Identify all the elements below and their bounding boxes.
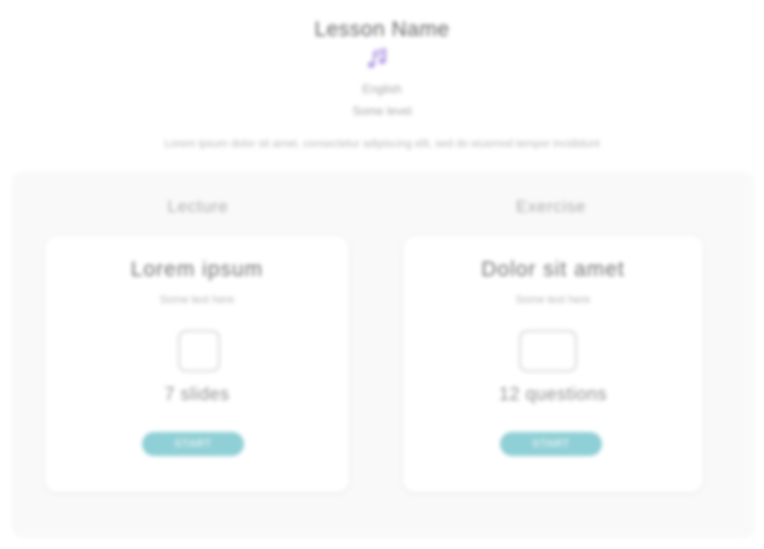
exercise-start-button[interactable]: START [500, 432, 602, 456]
lecture-column-label: Lecture [167, 197, 229, 216]
exercise-screen-icon [519, 330, 577, 372]
lesson-page: Lesson Name English Some level Lorem ips… [0, 0, 764, 549]
lesson-description: Lorem ipsum dolor sit amet, consectetur … [164, 138, 600, 150]
exercise-question-count: 12 questions [498, 384, 608, 404]
lecture-card[interactable]: Lorem ipsum Some text here 7 slides STAR… [45, 236, 349, 492]
exercise-card-subtitle: Some text here [515, 294, 591, 306]
lecture-card-title: Lorem ipsum [130, 258, 264, 281]
lecture-card-subtitle: Some text here [159, 294, 235, 306]
lesson-subject: English [362, 82, 402, 96]
lesson-title: Lesson Name [314, 18, 450, 41]
lecture-start-button[interactable]: START [142, 432, 244, 456]
music-note-icon [367, 47, 387, 69]
exercise-card-title: Dolor sit amet [481, 258, 625, 281]
exercise-card[interactable]: Dolor sit amet Some text here 12 questio… [403, 236, 703, 492]
lesson-level: Some level [352, 104, 412, 118]
exercise-column-label: Exercise [516, 197, 586, 216]
video-square-icon [178, 330, 220, 372]
lecture-slide-count: 7 slides [164, 384, 230, 404]
